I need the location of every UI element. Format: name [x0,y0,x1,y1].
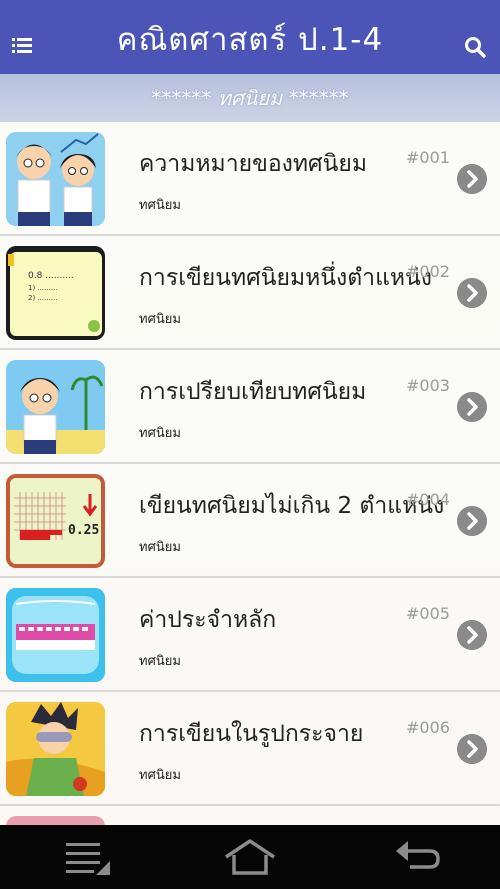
home-icon[interactable] [222,837,278,877]
list-item[interactable]: การเขียนในรูปกระจาย #006 ทศนิยม [0,692,500,806]
lesson-category: ทศนิยม [139,768,181,783]
thumbnail-value-label: 0.25 [68,523,99,538]
app-bar: คณิตศาสตร์ ป.1-4 [0,0,500,74]
lesson-title: การเปรียบเทียบทศนิยม [139,379,367,405]
section-title: ****** ทศนิยม ****** [151,86,349,110]
section-header: ****** ทศนิยม ****** [0,74,500,122]
lesson-title: ความหมายของทศนิยม [139,151,367,177]
lesson-title: เขียนทศนิยมไม่เกิน 2 ตำแหน่ง [139,493,444,519]
lesson-list[interactable]: ความหมายของทศนิยม #001 ทศนิยม 0.8 ......… [0,122,500,825]
search-icon[interactable] [464,36,486,58]
list-item[interactable]: ค่าประจำหลัก #005 ทศนิยม [0,578,500,692]
lesson-category: ทศนิยม [139,198,181,213]
lesson-number: #004 [406,490,450,509]
lesson-category: ทศนิยม [139,654,181,669]
chevron-right-icon[interactable] [457,392,487,422]
lesson-number: #003 [406,376,450,395]
chevron-right-icon[interactable] [457,620,487,650]
lesson-category: ทศนิยม [139,312,181,327]
list-item[interactable]: 0.8 .......... 1) ......... 2) .........… [0,236,500,350]
back-icon[interactable] [392,837,442,877]
list-item[interactable]: ความหมายของทศนิยม #001 ทศนิยม [0,122,500,236]
lesson-category: ทศนิยม [139,540,181,555]
list-item[interactable]: การเปรียบเทียบทศนิยม #003 ทศนิยม [0,350,500,464]
lesson-number: #001 [406,148,450,167]
list-item[interactable]: 0.25 เขียนทศนิยมไม่เกิน 2 ตำแหน่ง #004 ท… [0,464,500,578]
lesson-thumbnail [6,588,105,682]
lesson-thumbnail [6,702,105,796]
lesson-title: ค่าประจำหลัก [139,607,277,633]
lesson-thumbnail: 0.25 [6,474,105,568]
lesson-category: ทศนิยม [139,426,181,441]
chevron-right-icon[interactable] [457,164,487,194]
svg-text:0.8 ..........: 0.8 .......... [28,271,74,281]
system-nav-bar [0,825,500,889]
chevron-right-icon[interactable] [457,278,487,308]
lesson-thumbnail: 0.8 .......... 1) ......... 2) ......... [6,246,105,340]
recent-apps-icon[interactable] [64,837,112,877]
lesson-thumbnail [6,360,105,454]
page-title: คณิตศาสตร์ ป.1-4 [116,22,384,58]
lesson-title: การเขียนทศนิยมหนึ่งตำแหน่ง [139,265,433,291]
menu-icon[interactable] [12,38,34,54]
svg-text:1) .........: 1) ......... [28,284,57,292]
svg-text:2) .........: 2) ......... [28,294,57,302]
lesson-number: #006 [406,718,450,737]
lesson-number: #005 [406,604,450,623]
chevron-right-icon[interactable] [457,734,487,764]
lesson-number: #002 [406,262,450,281]
lesson-thumbnail [6,816,105,825]
lesson-thumbnail [6,132,105,226]
list-item[interactable] [0,806,500,825]
chevron-right-icon[interactable] [457,506,487,536]
lesson-title: การเขียนในรูปกระจาย [139,721,364,747]
